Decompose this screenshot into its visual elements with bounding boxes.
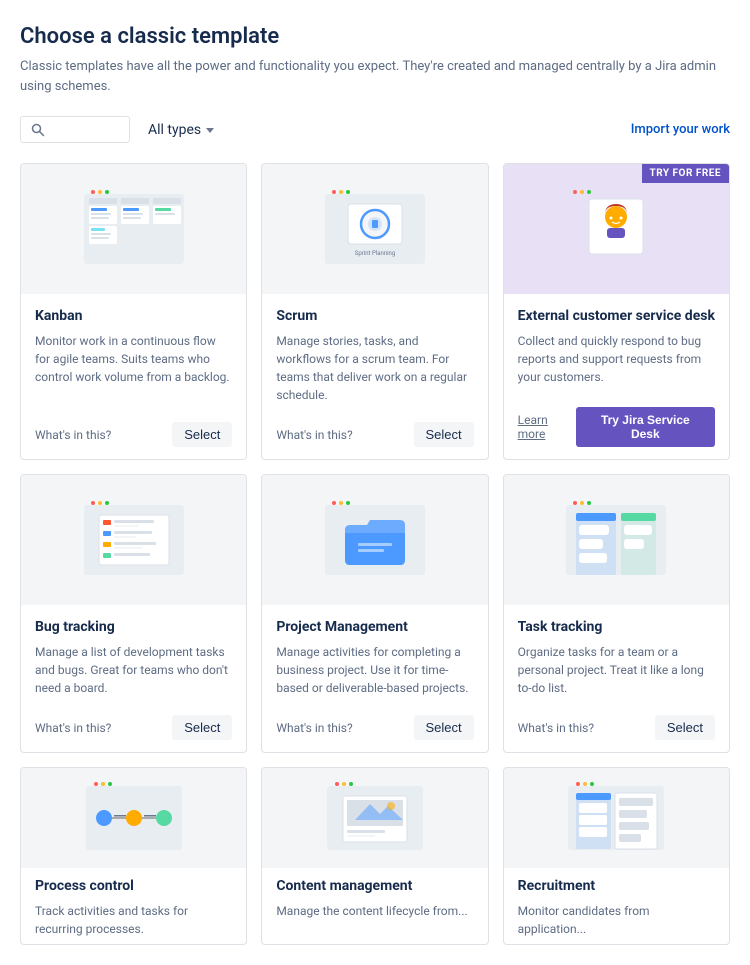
card-scrum-title: Scrum [276, 308, 473, 324]
customer-service-illustration [561, 184, 671, 274]
card-bug-tracking-body: Bug tracking Manage a list of developmen… [21, 605, 246, 707]
card-customer-service-desc: Collect and quickly respond to bug repor… [518, 332, 715, 389]
import-work-link[interactable]: Import your work [631, 122, 730, 137]
card-process-control-title: Process control [35, 878, 232, 894]
card-project-management-footer: What's in this? Select [262, 707, 487, 752]
card-process-control-image [21, 768, 246, 868]
card-recruitment-image [504, 768, 729, 868]
toolbar: All types Import your work [20, 116, 730, 143]
project-management-whats-in-link[interactable]: What's in this? [276, 721, 352, 735]
card-recruitment-body: Recruitment Monitor candidates from appl… [504, 868, 729, 944]
card-customer-service-body: External customer service desk Collect a… [504, 294, 729, 399]
card-content-management-desc: Manage the content lifecycle from... [276, 902, 473, 920]
card-project-management-desc: Manage activities for completing a busin… [276, 643, 473, 697]
search-box[interactable] [20, 116, 130, 143]
card-kanban: Kanban Monitor work in a continuous flow… [20, 163, 247, 460]
search-icon [31, 123, 45, 137]
card-scrum: Sprint Planning Scrum Manage stories, ta… [261, 163, 488, 460]
kanban-select-button[interactable]: Select [172, 422, 232, 447]
card-task-tracking: Task tracking Organize tasks for a team … [503, 474, 730, 753]
card-task-tracking-title: Task tracking [518, 619, 715, 635]
cards-grid: Kanban Monitor work in a continuous flow… [20, 163, 730, 753]
card-customer-service-title: External customer service desk [518, 308, 715, 324]
card-kanban-title: Kanban [35, 308, 232, 324]
card-content-management-body: Content management Manage the content li… [262, 868, 487, 944]
chevron-down-icon [206, 128, 214, 133]
card-bug-tracking-title: Bug tracking [35, 619, 232, 635]
card-task-tracking-body: Task tracking Organize tasks for a team … [504, 605, 729, 707]
card-scrum-body: Scrum Manage stories, tasks, and workflo… [262, 294, 487, 414]
try-for-free-badge: TRY FOR FREE [642, 164, 729, 183]
card-external-customer-service-desk: TRY FOR FREE [503, 163, 730, 460]
task-tracking-illustration [561, 495, 671, 585]
task-tracking-select-button[interactable]: Select [655, 715, 715, 740]
card-process-control-desc: Track activities and tasks for recurring… [35, 902, 232, 938]
recruitment-illustration [566, 778, 666, 858]
page-title: Choose a classic template [20, 24, 730, 49]
card-recruitment: Recruitment Monitor candidates from appl… [503, 767, 730, 945]
partial-cards-row: Process control Track activities and tas… [20, 767, 730, 945]
kanban-illustration [79, 184, 189, 274]
card-kanban-body: Kanban Monitor work in a continuous flow… [21, 294, 246, 414]
card-content-management-title: Content management [276, 878, 473, 894]
card-project-management-image [262, 475, 487, 605]
task-tracking-whats-in-link[interactable]: What's in this? [518, 721, 594, 735]
toolbar-left: All types [20, 116, 222, 143]
card-recruitment-desc: Monitor candidates from application... [518, 902, 715, 938]
card-task-tracking-footer: What's in this? Select [504, 707, 729, 752]
bug-tracking-illustration [79, 495, 189, 585]
scrum-select-button[interactable]: Select [414, 422, 474, 447]
project-management-illustration [320, 495, 430, 585]
card-kanban-image [21, 164, 246, 294]
scrum-illustration: Sprint Planning [320, 184, 430, 274]
card-bug-tracking: Bug tracking Manage a list of developmen… [20, 474, 247, 753]
type-filter[interactable]: All types [140, 117, 222, 143]
card-customer-service-image: TRY FOR FREE [504, 164, 729, 294]
search-input[interactable] [51, 122, 121, 137]
card-customer-service-footer: Learn more Try Jira Service Desk [504, 399, 729, 459]
svg-text:Sprint Planning: Sprint Planning [355, 250, 395, 257]
card-scrum-desc: Manage stories, tasks, and workflows for… [276, 332, 473, 404]
bug-tracking-whats-in-link[interactable]: What's in this? [35, 721, 111, 735]
card-process-control: Process control Track activities and tas… [20, 767, 247, 945]
kanban-whats-in-link[interactable]: What's in this? [35, 428, 111, 442]
card-kanban-footer: What's in this? Select [21, 414, 246, 459]
card-bug-tracking-desc: Manage a list of development tasks and b… [35, 643, 232, 697]
card-scrum-image: Sprint Planning [262, 164, 487, 294]
card-process-control-body: Process control Track activities and tas… [21, 868, 246, 944]
card-content-management-image [262, 768, 487, 868]
type-filter-label: All types [148, 122, 201, 138]
process-control-illustration [84, 778, 184, 858]
page-subtitle: Classic templates have all the power and… [20, 57, 730, 96]
card-task-tracking-image [504, 475, 729, 605]
card-scrum-footer: What's in this? Select [262, 414, 487, 459]
project-management-select-button[interactable]: Select [414, 715, 474, 740]
card-project-management: Project Management Manage activities for… [261, 474, 488, 753]
card-recruitment-title: Recruitment [518, 878, 715, 894]
card-bug-tracking-image [21, 475, 246, 605]
card-task-tracking-desc: Organize tasks for a team or a personal … [518, 643, 715, 697]
scrum-whats-in-link[interactable]: What's in this? [276, 428, 352, 442]
try-jira-service-desk-button[interactable]: Try Jira Service Desk [576, 407, 715, 447]
card-content-management: Content management Manage the content li… [261, 767, 488, 945]
card-project-management-body: Project Management Manage activities for… [262, 605, 487, 707]
content-management-illustration [325, 778, 425, 858]
card-bug-tracking-footer: What's in this? Select [21, 707, 246, 752]
bug-tracking-select-button[interactable]: Select [172, 715, 232, 740]
card-kanban-desc: Monitor work in a continuous flow for ag… [35, 332, 232, 404]
card-project-management-title: Project Management [276, 619, 473, 635]
customer-service-learn-more-link[interactable]: Learn more [518, 413, 576, 441]
